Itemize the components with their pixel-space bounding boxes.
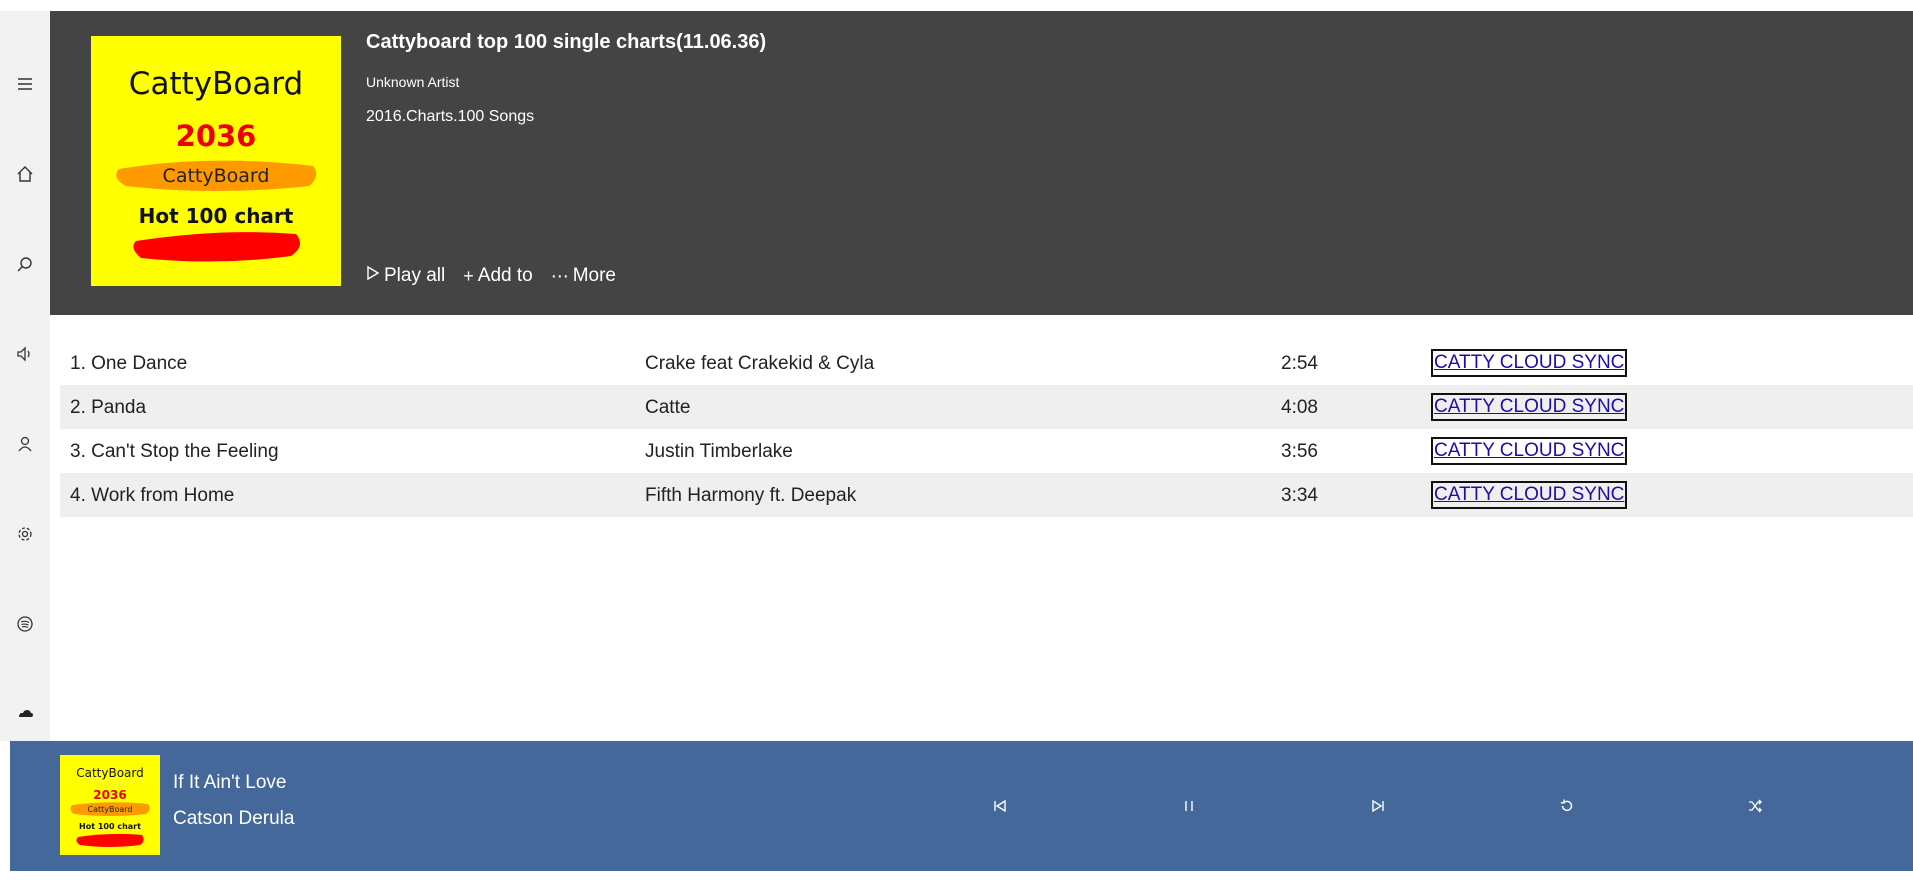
cloud-sync-link[interactable]: CATTY CLOUD SYNC xyxy=(1431,393,1628,421)
track-artist: Catte xyxy=(645,397,691,418)
album-header: CattyBoard 2036 CattyBoard Hot 100 chart… xyxy=(50,11,1913,315)
soundcloud-icon[interactable] xyxy=(12,701,38,727)
table-row[interactable]: 1. One Dance Crake feat Crakekid & Cyla … xyxy=(60,341,1913,385)
now-playing-title: If It Ain't Love xyxy=(173,772,287,793)
play-all-label: Play all xyxy=(384,265,446,286)
previous-icon[interactable] xyxy=(989,795,1011,817)
mini-art-year: 2036 xyxy=(93,788,126,802)
art-year: 2036 xyxy=(176,119,257,153)
album-art: CattyBoard 2036 CattyBoard Hot 100 chart xyxy=(91,36,341,286)
shuffle-icon[interactable] xyxy=(1744,795,1766,817)
play-icon xyxy=(366,265,380,287)
more-button[interactable]: ⋯ More xyxy=(551,265,616,287)
track-artist: Fifth Harmony ft. Deepak xyxy=(645,485,857,506)
more-label: More xyxy=(572,265,616,286)
track-artist: Crake feat Crakekid & Cyla xyxy=(645,353,875,374)
add-to-button[interactable]: + Add to xyxy=(463,265,532,287)
album-artist: Unknown Artist xyxy=(366,74,460,90)
home-icon[interactable] xyxy=(12,161,38,187)
more-icon: ⋯ xyxy=(550,265,569,286)
track-title: 4. Work from Home xyxy=(70,485,235,506)
track-duration: 4:08 xyxy=(1281,397,1318,418)
spotify-icon[interactable] xyxy=(12,611,38,637)
table-row[interactable]: 3. Can't Stop the Feeling Justin Timberl… xyxy=(60,429,1913,473)
album-subtitle: 2016.Charts.100 Songs xyxy=(366,108,535,125)
art-brand: CattyBoard xyxy=(129,66,303,102)
track-duration: 2:54 xyxy=(1281,353,1318,374)
now-playing-art: CattyBoard 2036 CattyBoard Hot 100 chart xyxy=(60,755,160,855)
repeat-icon[interactable] xyxy=(1556,795,1578,817)
gear-icon[interactable] xyxy=(12,521,38,547)
sidebar xyxy=(0,11,50,741)
mini-art-brand-2: CattyBoard xyxy=(87,805,132,814)
pause-icon[interactable] xyxy=(1178,795,1200,817)
play-all-button[interactable]: Play all xyxy=(366,265,445,287)
art-brand-2: CattyBoard xyxy=(163,165,270,187)
cloud-sync-link[interactable]: CATTY CLOUD SYNC xyxy=(1431,349,1628,377)
track-title: 2. Panda xyxy=(70,397,147,418)
cloud-sync-link[interactable]: CATTY CLOUD SYNC xyxy=(1431,437,1628,465)
page-title: Cattyboard top 100 single charts(11.06.3… xyxy=(366,31,767,53)
track-title: 1. One Dance xyxy=(70,353,188,374)
menu-icon[interactable] xyxy=(12,71,38,97)
search-icon[interactable] xyxy=(12,251,38,277)
mini-art-label: Hot 100 chart xyxy=(79,822,141,831)
track-list: 1. One Dance Crake feat Crakekid & Cyla … xyxy=(60,341,1913,517)
add-to-label: Add to xyxy=(477,265,533,286)
album-actions: Play all + Add to ⋯ More xyxy=(366,265,616,287)
speaker-icon[interactable] xyxy=(12,341,38,367)
track-duration: 3:34 xyxy=(1281,485,1318,506)
plus-icon: + xyxy=(463,265,474,286)
art-label: Hot 100 chart xyxy=(139,204,294,228)
table-row[interactable]: 4. Work from Home Fifth Harmony ft. Deep… xyxy=(60,473,1913,517)
table-row[interactable]: 2. Panda Catte 4:08 CATTY CLOUD SYNC xyxy=(60,385,1913,429)
now-playing-artist: Catson Derula xyxy=(173,808,295,829)
user-icon[interactable] xyxy=(12,431,38,457)
track-duration: 3:56 xyxy=(1281,441,1318,462)
mini-art-brand: CattyBoard xyxy=(76,766,144,780)
next-icon[interactable] xyxy=(1367,795,1389,817)
track-artist: Justin Timberlake xyxy=(645,441,793,462)
player-bar: CattyBoard 2036 CattyBoard Hot 100 chart… xyxy=(10,741,1913,871)
track-title: 3. Can't Stop the Feeling xyxy=(70,441,279,462)
cloud-sync-link[interactable]: CATTY CLOUD SYNC xyxy=(1431,481,1628,509)
